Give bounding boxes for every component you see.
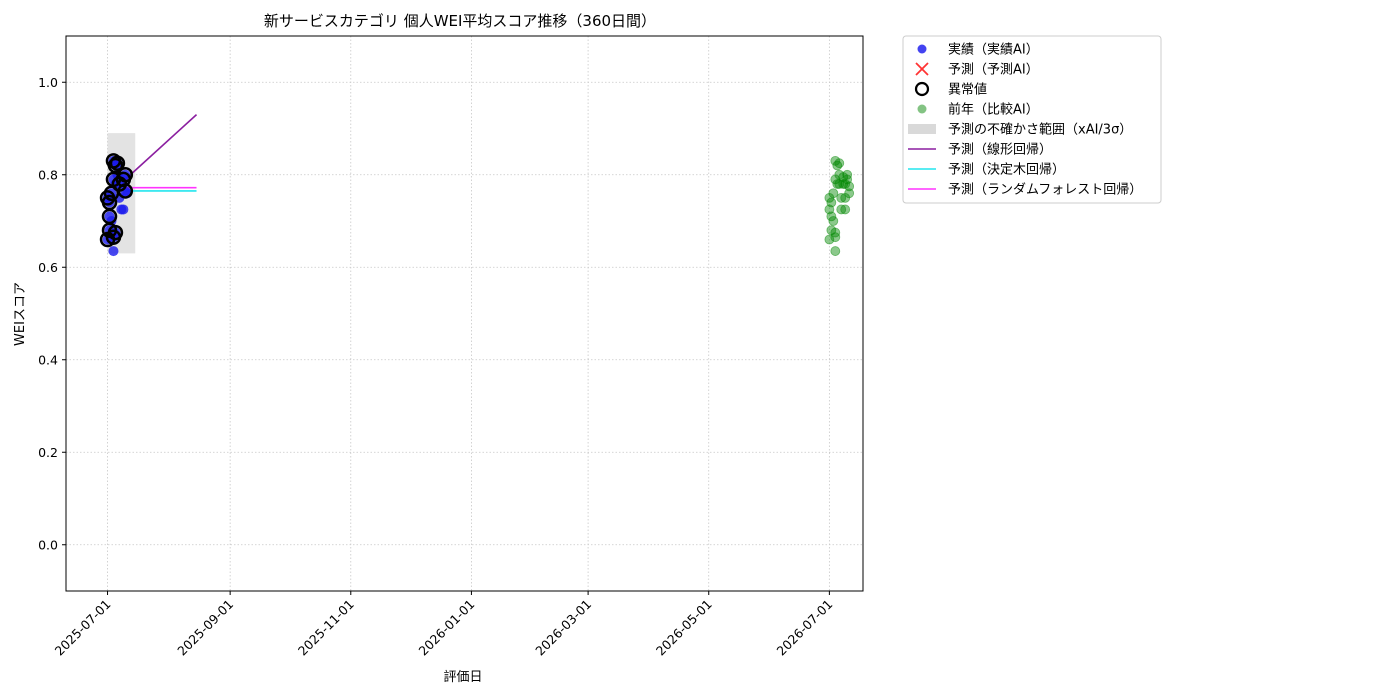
actual-point <box>108 246 119 257</box>
legend-marker <box>908 124 936 134</box>
previous-year-point <box>828 188 839 199</box>
previous-year-point <box>830 227 841 238</box>
previous-year-point <box>840 192 851 203</box>
legend-label: 前年（比較AI） <box>948 102 1039 118</box>
grid <box>66 36 863 591</box>
legend-label: 予測（線形回帰） <box>948 142 1052 158</box>
x-tick-label: 2026-03-01 <box>532 597 594 659</box>
previous-year-point <box>826 197 837 208</box>
y-tick-label: 1.0 <box>38 75 58 90</box>
previous-year-point <box>840 204 851 215</box>
legend-label: 実績（実績AI） <box>948 42 1039 58</box>
previous-year-point <box>834 158 845 169</box>
x-tick-label: 2026-01-01 <box>416 597 478 659</box>
forecast-line <box>124 114 198 180</box>
x-tick-label: 2025-07-01 <box>52 597 114 659</box>
previous-year-point <box>828 216 839 226</box>
forecast-lines-layer <box>124 114 198 192</box>
x-tick-label: 2026-07-01 <box>774 597 836 659</box>
wei-score-chart: 新サービスカテゴリ 個人WEI平均スコア推移（360日間） 0.00.20.40… <box>13 12 1162 685</box>
previous-year-points-layer <box>824 155 855 256</box>
legend-label: 予測（ランダムフォレスト回帰） <box>948 182 1142 198</box>
legend-label: 予測の不確かさ範囲（xAI/3σ） <box>948 122 1132 138</box>
x-axis-label: 評価日 <box>443 670 482 685</box>
y-tick-label: 0.8 <box>38 167 58 182</box>
x-tick-label: 2025-09-01 <box>174 597 236 659</box>
x-axis-ticks: 2025-07-01 2025-09-01 2025-11-01 2026-01-01… <box>52 591 836 658</box>
y-axis-label: WEIスコア <box>13 282 28 346</box>
legend-frame <box>902 35 1162 204</box>
legend-marker <box>917 44 927 54</box>
y-tick-label: 0.4 <box>38 352 58 367</box>
previous-year-point <box>830 246 841 256</box>
y-tick-label: 0.0 <box>38 537 58 552</box>
x-tick-label: 2026-05-01 <box>653 597 715 659</box>
legend: 実績（実績AI） 予測（予測AI） 異常値前年（比較AI） 予測の不確かさ範囲（xAI… <box>902 35 1162 204</box>
chart-title: 新サービスカテゴリ 個人WEI平均スコア推移（360日間） <box>264 12 656 30</box>
legend-label: 予測（予測AI） <box>948 63 1039 78</box>
y-axis-ticks: 0.0 0.2 0.4 0.6 0.8 1.0 <box>38 75 66 552</box>
y-tick-label: 0.6 <box>38 260 58 275</box>
legend-label: 予測（決定木回帰） <box>948 162 1065 178</box>
legend-marker <box>917 104 927 114</box>
y-tick-label: 0.2 <box>38 445 58 460</box>
plot-area-frame <box>65 35 864 592</box>
x-tick-label: 2025-11-01 <box>295 597 357 659</box>
actual-point <box>118 204 129 215</box>
legend-label: 異常値 <box>948 82 987 98</box>
